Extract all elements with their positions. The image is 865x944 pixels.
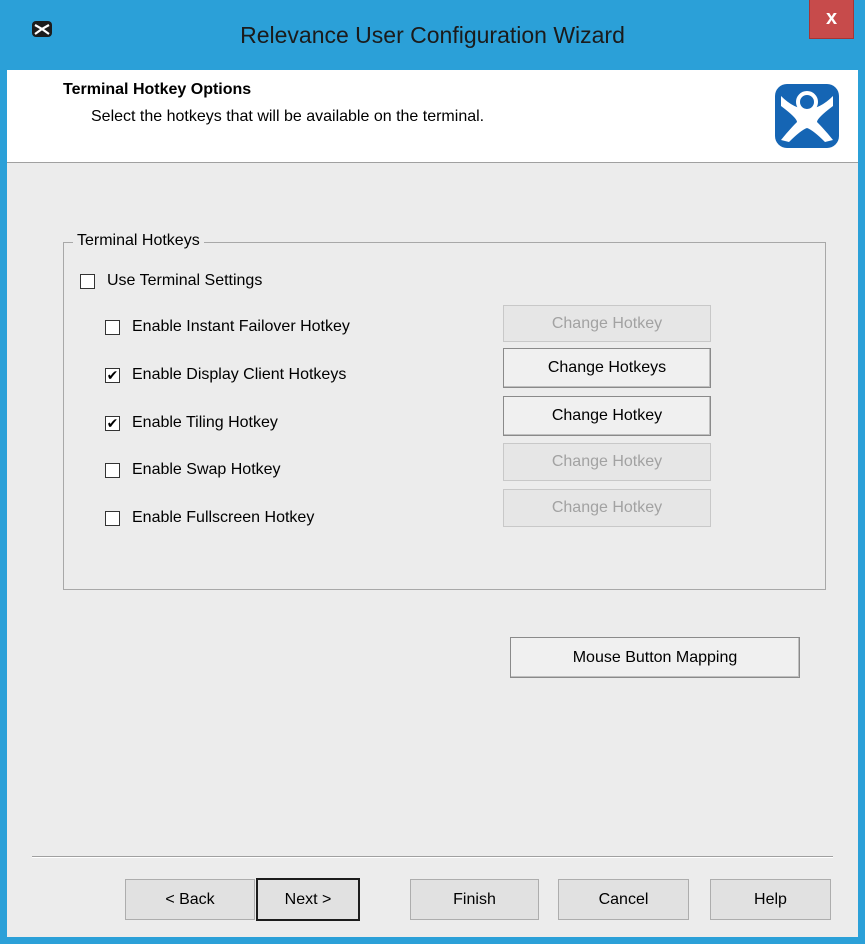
instant-failover-checkbox[interactable] xyxy=(105,319,120,335)
next-button[interactable]: Next > xyxy=(256,878,360,921)
tiling-label: Enable Tiling Hotkey xyxy=(132,414,278,431)
mouse-button-mapping-button[interactable]: Mouse Button Mapping xyxy=(510,637,800,678)
help-button[interactable]: Help xyxy=(710,879,831,920)
use-terminal-settings-row[interactable]: Use Terminal Settings xyxy=(80,272,262,290)
fullscreen-row[interactable]: Enable Fullscreen Hotkey xyxy=(105,509,314,527)
use-terminal-settings-label: Use Terminal Settings xyxy=(107,272,263,289)
group-legend: Terminal Hotkeys xyxy=(73,232,204,250)
finish-button[interactable]: Finish xyxy=(410,879,539,920)
wizard-logo-icon xyxy=(775,84,839,148)
use-terminal-settings-checkbox[interactable] xyxy=(80,273,95,289)
change-display-client-hotkeys-button[interactable]: Change Hotkeys xyxy=(503,348,711,388)
swap-row[interactable]: Enable Swap Hotkey xyxy=(105,461,281,479)
change-failover-hotkey-button[interactable]: Change Hotkey xyxy=(503,305,711,342)
fullscreen-label: Enable Fullscreen Hotkey xyxy=(132,509,315,526)
tiling-row[interactable]: ✔ Enable Tiling Hotkey xyxy=(105,414,278,432)
footer-separator xyxy=(32,856,833,858)
title-bar: Relevance User Configuration Wizard x xyxy=(7,0,858,70)
display-client-label: Enable Display Client Hotkeys xyxy=(132,366,347,383)
display-client-checkbox[interactable]: ✔ xyxy=(105,367,120,383)
fullscreen-checkbox[interactable] xyxy=(105,510,120,526)
close-button[interactable]: x xyxy=(809,0,854,39)
wizard-header: Terminal Hotkey Options Select the hotke… xyxy=(7,70,858,163)
display-client-row[interactable]: ✔ Enable Display Client Hotkeys xyxy=(105,366,346,384)
wizard-window: Relevance User Configuration Wizard x Te… xyxy=(0,0,865,944)
change-fullscreen-hotkey-button[interactable]: Change Hotkey xyxy=(503,489,711,527)
instant-failover-label: Enable Instant Failover Hotkey xyxy=(132,318,350,335)
change-swap-hotkey-button[interactable]: Change Hotkey xyxy=(503,443,711,481)
swap-checkbox[interactable] xyxy=(105,462,120,478)
change-tiling-hotkey-button[interactable]: Change Hotkey xyxy=(503,396,711,436)
tiling-checkbox[interactable]: ✔ xyxy=(105,415,120,431)
instant-failover-row[interactable]: Enable Instant Failover Hotkey xyxy=(105,318,350,336)
swap-label: Enable Swap Hotkey xyxy=(132,461,281,478)
page-title: Terminal Hotkey Options xyxy=(63,81,252,98)
back-button[interactable]: < Back xyxy=(125,879,255,920)
page-subtitle: Select the hotkeys that will be availabl… xyxy=(91,108,485,125)
cancel-button[interactable]: Cancel xyxy=(558,879,689,920)
window-title: Relevance User Configuration Wizard xyxy=(240,22,625,48)
